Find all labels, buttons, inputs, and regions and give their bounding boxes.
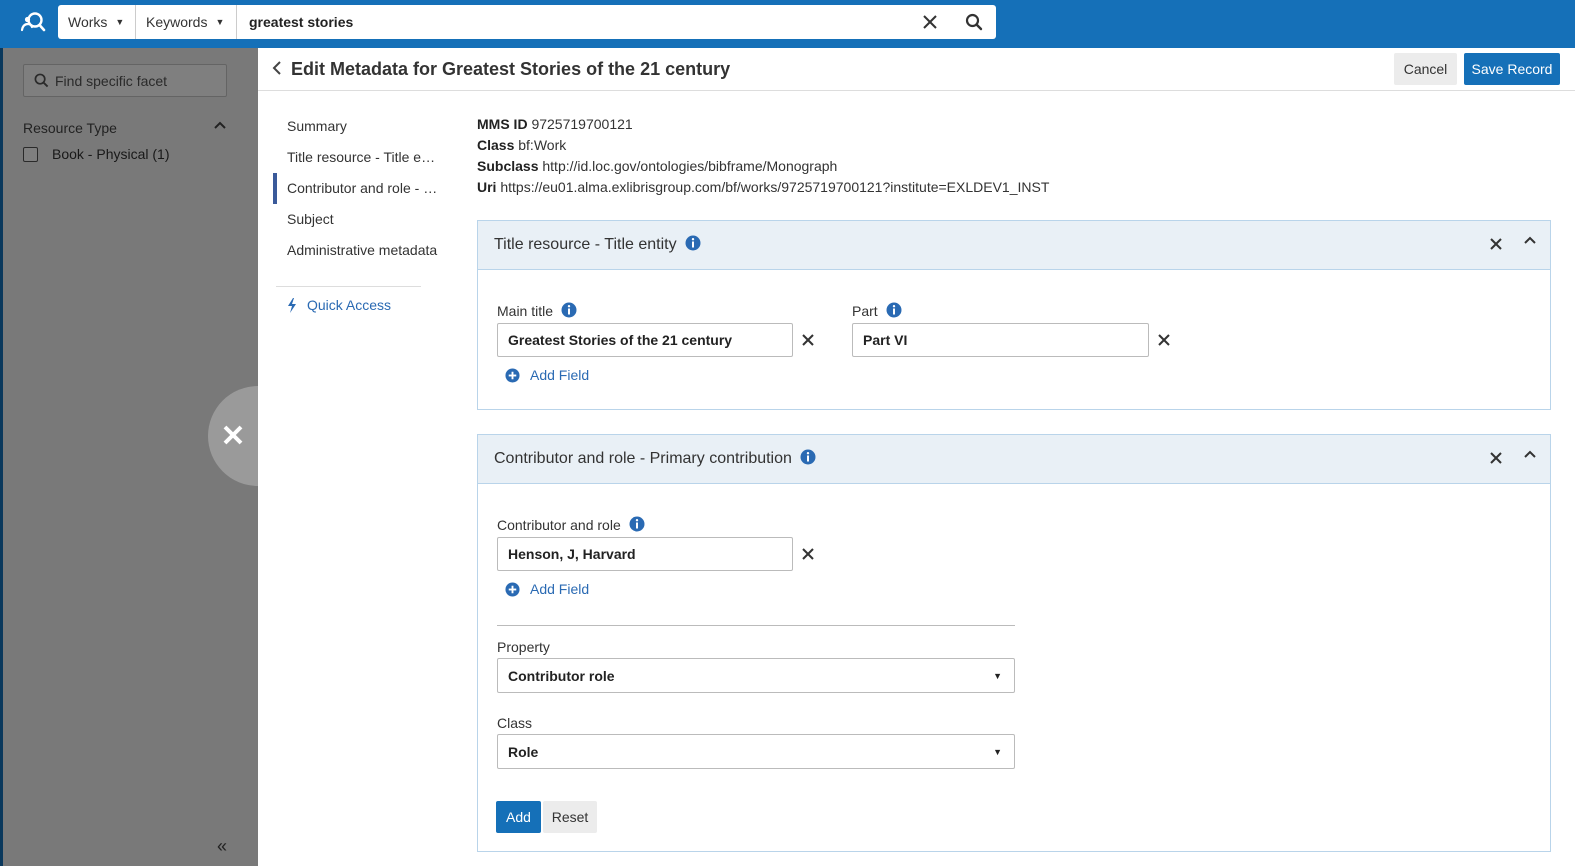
remove-section-icon[interactable] <box>1489 237 1503 251</box>
chevron-up-icon[interactable] <box>1523 235 1537 245</box>
close-icon <box>923 15 937 29</box>
contributor-card: Contributor and role - Primary contribut… <box>477 434 1551 852</box>
add-field-button[interactable]: Add Field <box>505 581 589 597</box>
info-icon[interactable] <box>685 235 701 251</box>
back-icon[interactable] <box>272 60 282 76</box>
class-label: Class <box>477 137 515 153</box>
section-nav-summary[interactable]: Summary <box>273 111 438 142</box>
mms-id-label: MMS ID <box>477 116 528 132</box>
caret-down-icon: ▼ <box>993 670 1002 681</box>
contributor-input[interactable] <box>497 537 793 571</box>
editor-main: Edit Metadata for Greatest Stories of th… <box>258 48 1575 866</box>
lightning-icon <box>288 297 296 313</box>
card-header: Contributor and role - Primary contribut… <box>478 435 1550 484</box>
title-resource-card: Title resource - Title entity Main title <box>477 220 1551 410</box>
add-circle-icon <box>505 367 520 383</box>
uri-label: Uri <box>477 179 497 195</box>
search-type-dropdown[interactable]: Keywords ▼ <box>136 5 237 39</box>
card-title: Title resource - Title entity <box>494 235 701 254</box>
property-label: Property <box>497 639 550 655</box>
subclass-value: http://id.loc.gov/ontologies/bibframe/Mo… <box>542 158 838 174</box>
part-label: Part <box>852 302 902 319</box>
search-people-icon[interactable] <box>20 10 46 36</box>
card-header: Title resource - Title entity <box>478 221 1550 270</box>
search-box: Works ▼ Keywords ▼ <box>58 5 996 39</box>
scope-label: Works <box>68 14 108 30</box>
clear-field-icon[interactable] <box>802 548 814 560</box>
chevron-up-icon[interactable] <box>1523 449 1537 459</box>
clear-search-button[interactable] <box>908 5 952 39</box>
part-input[interactable] <box>852 323 1149 357</box>
section-nav: Summary Title resource - Title entity Co… <box>273 111 438 313</box>
add-field-label: Add Field <box>530 367 590 383</box>
main-title-input[interactable] <box>497 323 793 357</box>
divider <box>497 625 1015 626</box>
add-field-button[interactable]: Add Field <box>505 367 589 383</box>
main-title-label-text: Main title <box>497 303 554 319</box>
add-button[interactable]: Add <box>496 801 541 833</box>
uri-value: https://eu01.alma.exlibrisgroup.com/bf/w… <box>500 179 1050 195</box>
part-label-text: Part <box>852 303 878 319</box>
subclass-label: Subclass <box>477 158 539 174</box>
search-icon <box>965 13 983 31</box>
class-field-label: Class <box>497 715 533 731</box>
section-nav-divider <box>276 286 421 287</box>
section-nav-contributor[interactable]: Contributor and role - Primary contribut… <box>273 173 438 204</box>
section-nav-admin-metadata[interactable]: Administrative metadata <box>273 235 438 266</box>
scope-dropdown[interactable]: Works ▼ <box>58 5 136 39</box>
info-icon[interactable] <box>800 449 816 465</box>
cancel-button[interactable]: Cancel <box>1394 53 1457 85</box>
class-field-value: Role <box>508 743 539 760</box>
record-info: MMS ID 9725719700121 Class bf:Work Subcl… <box>477 114 1049 198</box>
page-title: Edit Metadata for Greatest Stories of th… <box>291 59 731 79</box>
close-icon <box>223 425 243 445</box>
add-field-label: Add Field <box>530 581 590 597</box>
class-select[interactable]: Role ▼ <box>497 734 1015 769</box>
caret-down-icon: ▼ <box>215 17 225 27</box>
caret-down-icon: ▼ <box>115 17 125 27</box>
card-title-text: Contributor and role - Primary contribut… <box>494 450 792 467</box>
editor-header: Edit Metadata for Greatest Stories of th… <box>258 48 1575 91</box>
card-title: Contributor and role - Primary contribut… <box>494 449 816 468</box>
quick-access-link[interactable]: Quick Access <box>273 297 438 313</box>
class-value: bf:Work <box>518 137 567 153</box>
clear-field-icon[interactable] <box>802 334 814 346</box>
info-icon[interactable] <box>629 516 645 532</box>
card-title-text: Title resource - Title entity <box>494 236 677 253</box>
caret-down-icon: ▼ <box>993 746 1002 757</box>
contributor-label: Contributor and role <box>497 516 645 533</box>
clear-field-icon[interactable] <box>1158 334 1170 346</box>
property-value: Contributor role <box>508 667 615 684</box>
info-icon[interactable] <box>561 302 577 318</box>
top-bar: Works ▼ Keywords ▼ <box>0 0 1575 48</box>
search-type-label: Keywords <box>146 14 208 30</box>
quick-access-label: Quick Access <box>307 297 392 313</box>
search-input[interactable] <box>237 5 908 39</box>
section-nav-title-resource[interactable]: Title resource - Title entity <box>273 142 438 173</box>
reset-button[interactable]: Reset <box>543 801 597 833</box>
contributor-label-text: Contributor and role <box>497 517 621 533</box>
add-circle-icon <box>505 581 520 597</box>
property-select[interactable]: Contributor role ▼ <box>497 658 1015 693</box>
mms-id-value: 9725719700121 <box>531 116 633 132</box>
search-button[interactable] <box>952 5 996 39</box>
section-nav-subject[interactable]: Subject <box>273 204 438 235</box>
info-icon[interactable] <box>886 302 902 318</box>
main-title-label: Main title <box>497 302 577 319</box>
save-record-button[interactable]: Save Record <box>1464 53 1560 85</box>
remove-section-icon[interactable] <box>1489 451 1503 465</box>
